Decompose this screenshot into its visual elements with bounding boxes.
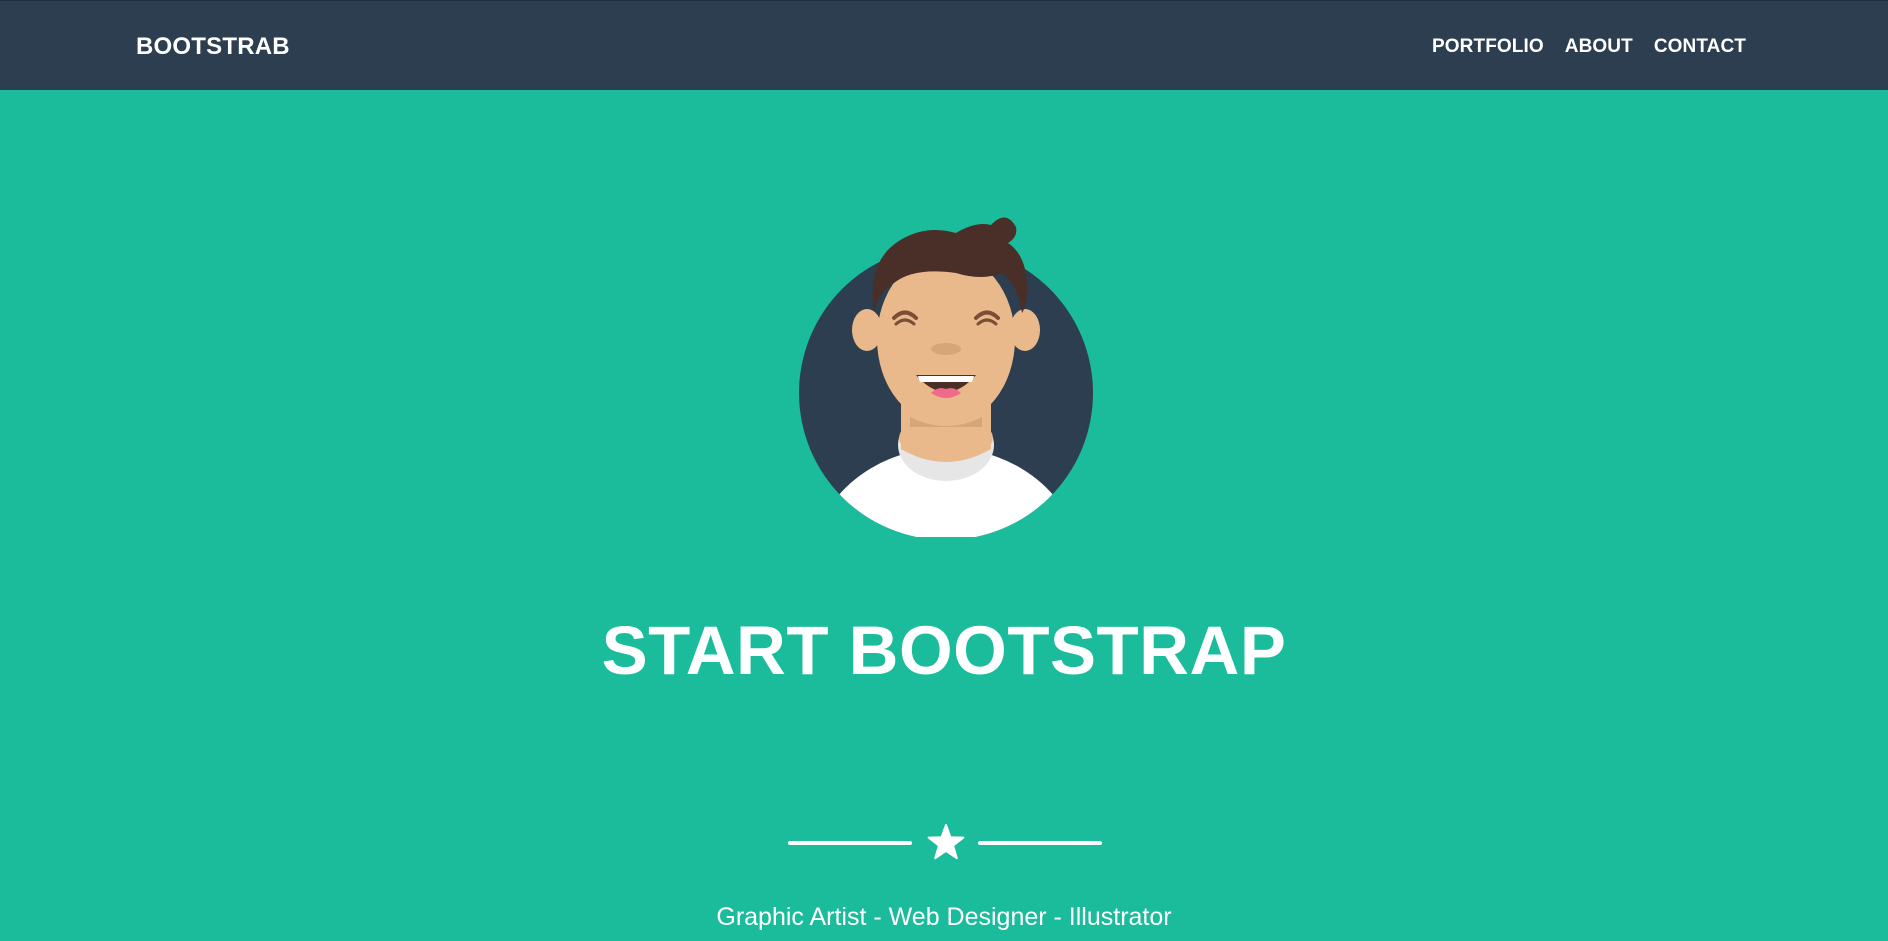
navbar: BOOTSTRAB PORTFOLIO ABOUT CONTACT <box>0 0 1888 90</box>
divider-line-right <box>978 841 1102 845</box>
star-icon <box>927 824 965 860</box>
nav-menu: PORTFOLIO ABOUT CONTACT <box>1432 36 1746 58</box>
star-divider <box>788 823 1103 863</box>
nav-link-contact[interactable]: CONTACT <box>1654 36 1746 58</box>
hero-subtitle: Graphic Artist - Web Designer - Illustra… <box>716 903 1172 931</box>
brand-link[interactable]: BOOTSTRAB <box>136 33 290 61</box>
masthead: START BOOTSTRAP Graphic Artist - Web Des… <box>0 90 1888 941</box>
hero-title: START BOOTSTRAP <box>601 612 1287 689</box>
nav-link-portfolio[interactable]: PORTFOLIO <box>1432 36 1544 58</box>
divider-line-left <box>788 841 912 845</box>
nav-link-about[interactable]: ABOUT <box>1565 36 1633 58</box>
avatar-illustration <box>799 217 1093 537</box>
